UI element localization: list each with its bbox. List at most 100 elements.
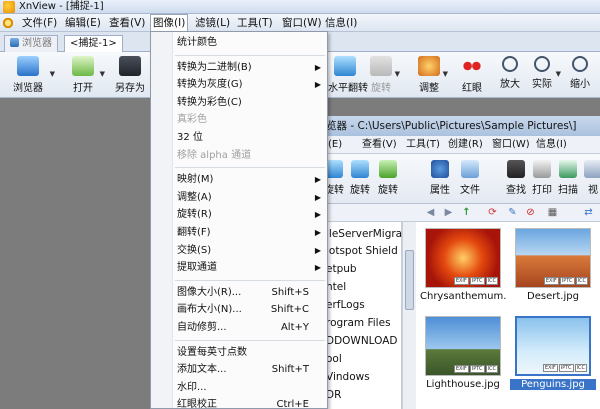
chevron-down-icon[interactable]: ▼ — [50, 70, 55, 78]
zoom-out-label: 缩小 — [570, 79, 590, 90]
inner-view-button[interactable]: 视 — [584, 160, 600, 196]
inner-print-button[interactable]: 打印 — [532, 160, 552, 196]
red-eye-icon — [461, 56, 483, 76]
chevron-down-icon[interactable]: ▼ — [443, 70, 448, 78]
menu-file[interactable]: 文件(F) — [20, 14, 59, 32]
menu-info[interactable]: 信息(I) — [323, 14, 359, 32]
file-icon — [461, 160, 479, 178]
view-mode-icon[interactable]: ▦ — [546, 206, 559, 219]
inner-toolbar: 旋转 旋转 旋转 属性 文件 查找 打印 扫描 视 — [320, 154, 600, 204]
thumbnail-lighthouse[interactable]: EXIF IPTC ICC Lighthouse.jpg — [420, 316, 506, 390]
submenu-arrow-icon: ▶ — [314, 210, 321, 220]
menu-item[interactable]: 翻转(F) ▶ — [151, 224, 327, 241]
save-as-button[interactable]: 另存为 — [112, 56, 148, 94]
thumbnail-chrysanthemum[interactable]: EXIF IPTC ICC Chrysanthemum... — [420, 228, 506, 302]
menu-item[interactable]: 自动修剪... Alt+Y — [151, 319, 327, 336]
refresh-icon[interactable]: ⟳ — [486, 206, 499, 219]
inner-file-button[interactable]: 文件 — [460, 160, 480, 196]
inner-menu-create[interactable]: 创建(R) — [448, 136, 483, 154]
app-menu-icon[interactable] — [2, 17, 14, 29]
red-eye-button[interactable]: 红眼 — [460, 56, 484, 94]
icc-badge: ICC — [485, 365, 498, 373]
chevron-down-icon[interactable]: ▼ — [395, 70, 400, 78]
menu-filter[interactable]: 滤镜(L) — [193, 14, 232, 32]
up-arrow-icon[interactable]: ↑ — [460, 206, 473, 219]
inner-menu-edit[interactable]: (E) — [328, 136, 342, 154]
menu-item[interactable]: 画布大小(N)... Shift+C — [151, 301, 327, 318]
scrollbar-thumb[interactable] — [405, 250, 414, 310]
menu-window[interactable]: 窗口(W) — [280, 14, 324, 32]
folder-item[interactable]: lotspot Shield — [326, 245, 398, 257]
tab-browser[interactable]: 浏览器 — [4, 35, 58, 52]
menu-image[interactable]: 图像(I) — [150, 14, 189, 32]
menu-item[interactable]: 提取通道 ▶ — [151, 259, 327, 276]
menu-item-label: 图像大小(R)... — [177, 286, 242, 298]
menu-item[interactable]: 调整(A) ▶ — [151, 189, 327, 206]
menu-edit[interactable]: 编辑(E) — [63, 14, 103, 32]
inner-find-button[interactable]: 查找 — [506, 160, 526, 196]
menu-item[interactable]: 图像大小(R)... Shift+S — [151, 284, 327, 301]
folder-item[interactable]: Vindows — [326, 371, 370, 383]
menu-item[interactable]: 添加文本... Shift+T — [151, 361, 327, 378]
inner-menu-window[interactable]: 窗口(W) — [492, 136, 530, 154]
save-as-label: 另存为 — [115, 83, 145, 94]
folder-item[interactable]: rogram Files — [326, 317, 391, 329]
exif-badge: EXIF — [542, 364, 558, 372]
menu-item[interactable]: 转换为二进制(B) ▶ — [151, 59, 327, 76]
thumbnail-name: Desert.jpg — [527, 291, 579, 302]
inner-print-label: 打印 — [532, 185, 552, 196]
open-button[interactable]: 打开 ▼ — [68, 56, 105, 94]
folder-item[interactable]: DDOWNLOAD — [326, 335, 398, 347]
adjust-button[interactable]: 调整 ▼ — [417, 56, 448, 94]
iptc-badge: IPTC — [469, 277, 485, 285]
menu-item[interactable]: 32 位 — [151, 129, 327, 146]
zoom-in-button[interactable]: 放大 — [498, 56, 522, 90]
menu-item[interactable]: 设置每英寸点数 — [151, 344, 327, 361]
folder-item[interactable]: erfLogs — [326, 299, 365, 311]
menu-item[interactable]: 统计颜色 — [151, 34, 327, 51]
stop-icon[interactable]: ⊘ — [524, 206, 537, 219]
menu-item-shortcut: Ctrl+E — [276, 399, 310, 409]
info-icon — [431, 160, 449, 178]
inner-rotate-2-button[interactable]: 旋转 — [350, 160, 370, 196]
menu-item[interactable]: 转换为彩色(C) — [151, 94, 327, 111]
menu-tools[interactable]: 工具(T) — [235, 14, 275, 32]
folder-item[interactable]: ntel — [326, 281, 346, 293]
chevron-down-icon[interactable]: ▼ — [100, 70, 105, 78]
rotate-button[interactable]: 旋转 ▼ — [369, 56, 400, 94]
flip-horizontal-button[interactable]: 水平翻转 — [328, 56, 368, 94]
inner-rotate-3-button[interactable]: 旋转 — [378, 160, 398, 196]
inner-properties-button[interactable]: 属性 — [430, 160, 450, 196]
zoom-out-button[interactable]: 缩小 — [568, 56, 592, 90]
menu-item[interactable]: 旋转(R) ▶ — [151, 206, 327, 223]
folder-item[interactable]: etpub — [326, 263, 357, 275]
chevron-down-icon[interactable]: ▼ — [556, 70, 561, 78]
back-arrow-icon[interactable]: ◀ — [424, 206, 437, 219]
inner-scan-button[interactable]: 扫描 — [558, 160, 578, 196]
actual-size-button[interactable]: 实际 ▼ — [530, 56, 561, 90]
thumbnail-desert[interactable]: EXIF IPTC ICC Desert.jpg — [510, 228, 596, 302]
folder-item[interactable]: ileServerMigrat — [326, 228, 406, 240]
folder-item[interactable]: ool — [326, 353, 342, 365]
menu-item[interactable]: 转换为灰度(G) ▶ — [151, 76, 327, 93]
menu-item[interactable]: 水印... — [151, 379, 327, 396]
menu-item[interactable]: 交换(S) ▶ — [151, 242, 327, 259]
menu-view[interactable]: 查看(V) — [107, 14, 147, 32]
inner-menu-view[interactable]: 查看(V) — [362, 136, 397, 154]
menu-item[interactable]: 红眼校正 Ctrl+E — [151, 396, 327, 409]
thumbnail-penguins[interactable]: EXIF IPTC ICC Penguins.jpg — [510, 316, 596, 390]
sort-icon[interactable]: ⇄ — [582, 206, 595, 219]
folder-item[interactable]: DR — [326, 389, 341, 401]
inner-menu-tools[interactable]: 工具(T) — [406, 136, 440, 154]
menu-item-label: 映射(M) — [177, 174, 214, 186]
submenu-arrow-icon: ▶ — [314, 263, 321, 273]
browser-button-label: 浏览器 — [13, 83, 43, 94]
folder-tree-scrollbar[interactable] — [402, 222, 416, 409]
edit-icon[interactable]: ✎ — [506, 206, 519, 219]
inner-menu-info[interactable]: 信息(I) — [536, 136, 567, 154]
menu-item[interactable]: 映射(M) ▶ — [151, 171, 327, 188]
menu-item-label: 移除 alpha 通道 — [177, 149, 252, 161]
tab-capture[interactable]: <捕捉-1> — [64, 35, 123, 52]
browser-button[interactable]: 浏览器 ▼ — [8, 56, 55, 94]
forward-arrow-icon[interactable]: ▶ — [442, 206, 455, 219]
